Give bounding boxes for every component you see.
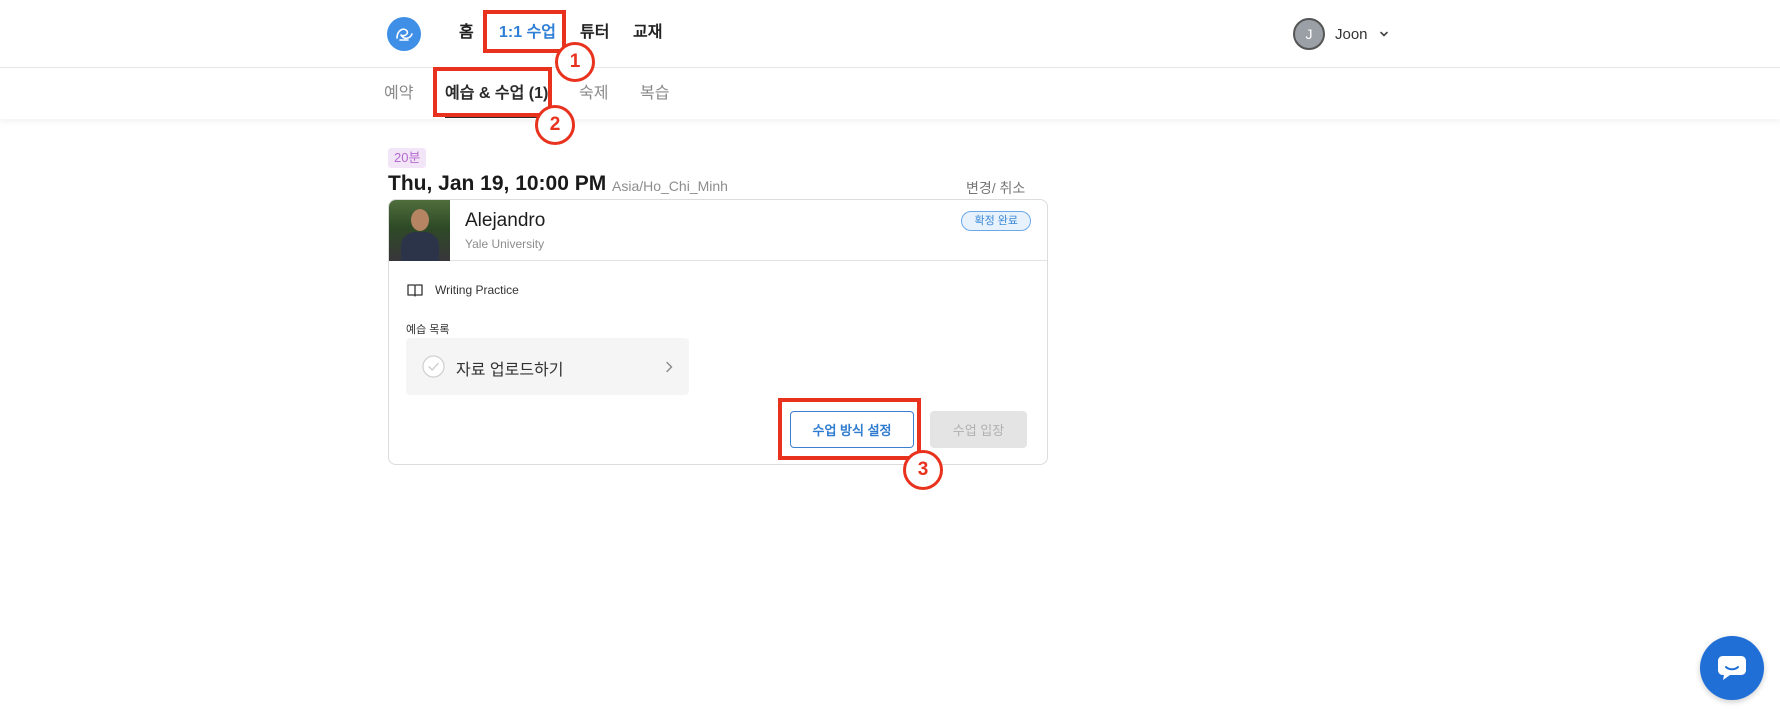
tutor-school: Yale University <box>465 237 545 251</box>
status-badge: 확정 완료 <box>961 211 1031 231</box>
nav-item-tutors[interactable]: 튜터 <box>580 22 609 44</box>
avatar[interactable]: J <box>1293 18 1325 50</box>
lesson-timezone: Asia/Ho_Chi_Minh <box>612 178 728 194</box>
book-icon <box>407 284 423 297</box>
tab-reservation[interactable]: 예약 <box>384 83 413 105</box>
annotation-box-2 <box>433 67 552 117</box>
enter-lesson-button[interactable]: 수업 입장 <box>930 411 1027 448</box>
duration-badge: 20분 <box>388 148 427 168</box>
tutor-photo-head <box>411 209 429 231</box>
user-name[interactable]: Joon <box>1335 26 1368 43</box>
prep-item-label: 자료 업로드하기 <box>456 362 564 379</box>
material-row[interactable]: Writing Practice <box>407 280 519 300</box>
tutor-row: Alejandro Yale University 확정 완료 <box>389 200 1047 261</box>
logo-glyph <box>396 28 413 41</box>
annotation-number-3: 3 <box>903 450 943 490</box>
annotation-number-1: 1 <box>555 42 595 82</box>
prep-list-label: 예습 목록 <box>406 324 450 336</box>
chevron-down-icon[interactable] <box>1378 28 1390 40</box>
check-circle-icon <box>422 355 445 378</box>
chat-icon <box>1718 656 1746 680</box>
annotation-number-2: 2 <box>535 105 575 145</box>
nav-item-home[interactable]: 홈 <box>459 22 474 44</box>
top-navigation: 홈 1:1 수업 튜터 교재 J Joon <box>0 0 1780 68</box>
lesson-datetime: Thu, Jan 19, 10:00 PM <box>388 172 607 195</box>
tutor-photo-body <box>401 232 439 261</box>
chat-launcher-button[interactable] <box>1700 636 1764 700</box>
material-name[interactable]: Writing Practice <box>435 283 519 297</box>
user-menu[interactable]: J Joon <box>1293 17 1390 51</box>
lesson-card: Alejandro Yale University 확정 완료 Writing … <box>388 199 1048 465</box>
prep-item-upload[interactable]: 자료 업로드하기 <box>406 338 689 395</box>
tab-homework[interactable]: 숙제 <box>579 83 608 105</box>
change-cancel-link[interactable]: 변경/ 취소 <box>966 178 1025 198</box>
nav-item-materials[interactable]: 교재 <box>633 22 662 44</box>
annotation-box-3 <box>778 398 921 460</box>
annotation-box-1 <box>483 10 566 53</box>
sub-tab-bar: 예약 예습 & 수업 (1) 숙제 복습 <box>0 69 1780 119</box>
tutor-name: Alejandro <box>465 210 546 231</box>
tutor-photo <box>389 200 450 261</box>
chevron-right-icon <box>666 361 673 373</box>
tab-review[interactable]: 복습 <box>640 83 669 105</box>
logo-icon[interactable] <box>387 17 421 51</box>
